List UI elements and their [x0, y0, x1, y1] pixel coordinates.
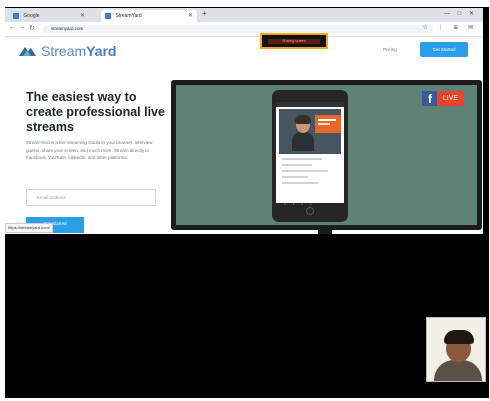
webcam-person-hair [444, 330, 474, 344]
close-icon[interactable]: ✕ [188, 10, 193, 22]
get-started-top-button[interactable]: Get Started [420, 42, 468, 57]
tablet-chat-list [282, 158, 338, 188]
tablet-illustration: ● ● ● ● [272, 90, 348, 222]
reload-icon[interactable]: ↻ [29, 24, 35, 32]
tablet-control-dots: ● ● ● ● [284, 202, 315, 206]
tablet-video-feed [279, 109, 341, 154]
extension-icons[interactable]: ☆ ⋮ ⊕ ✉ [423, 24, 477, 31]
nav-pricing-link[interactable]: Pricing [383, 47, 397, 52]
presenter-figure [292, 115, 314, 151]
link-status-tooltip: https://streamyard.com/ [5, 223, 53, 233]
window-controls[interactable]: — □ ✕ [444, 10, 477, 17]
tablet-home-button [306, 207, 314, 215]
webcam-overlay [426, 317, 486, 382]
screen-sharing-banner[interactable]: Sharing screen [260, 33, 328, 49]
browser-toolbar: ← → ↻ streamyard.com ☆ ⋮ ⊕ ✉ [5, 22, 483, 37]
monitor-stand [318, 229, 332, 234]
new-tab-button[interactable]: + [202, 9, 207, 18]
tab-favicon-icon [13, 12, 19, 19]
hero-title: The easiest way to create professional l… [26, 90, 165, 134]
back-icon[interactable]: ← [9, 24, 16, 31]
facebook-icon: f [422, 91, 438, 106]
browser-tab-1[interactable]: Google ✕ [9, 10, 89, 22]
logo-text: StreamYard [41, 43, 117, 59]
address-bar[interactable]: streamyard.com [43, 25, 433, 33]
forward-icon[interactable]: → [19, 24, 26, 31]
email-field[interactable]: Email address [26, 189, 156, 206]
hero-subtitle: StreamYard is a live streaming studio in… [26, 140, 153, 160]
sharing-banner-text: Sharing screen [268, 39, 320, 44]
browser-tab-bar: Google ✕ StreamYard ✕ + — □ ✕ [5, 8, 483, 22]
tab-label: StreamYard [115, 13, 142, 19]
live-badge: LIVE [437, 91, 464, 106]
tablet-topbar [276, 102, 344, 107]
browser-tab-2[interactable]: StreamYard ✕ [101, 10, 197, 22]
tablet-orange-overlay [315, 115, 341, 133]
close-icon[interactable]: ✕ [80, 10, 85, 22]
tablet-screen: ● ● ● ● [276, 102, 344, 206]
streamyard-favicon-icon [105, 12, 111, 19]
tab-label: Google [23, 13, 40, 19]
streamyard-logo-icon [19, 47, 36, 56]
